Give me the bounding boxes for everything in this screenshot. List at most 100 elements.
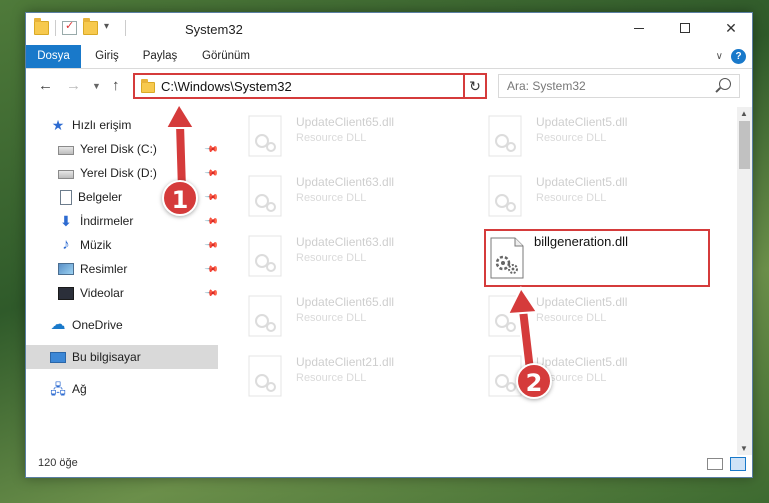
file-item[interactable]: UpdateClient5.dll Resource DLL [480, 111, 712, 163]
file-name: UpdateClient65.dll [296, 295, 395, 309]
customize-toolbar-icon[interactable]: ▾ [104, 21, 119, 35]
file-item[interactable]: UpdateClient5.dll Resource DLL [480, 171, 712, 223]
download-icon: ⬇ [60, 213, 72, 229]
scroll-down-arrow-icon[interactable]: ▼ [740, 444, 748, 453]
sidebar-item-this-pc[interactable]: Bu bilgisayar [26, 345, 218, 369]
vertical-scrollbar[interactable]: ▲ ▼ [737, 107, 752, 455]
file-name: billgeneration.dll [534, 234, 628, 249]
file-item[interactable]: UpdateClient5.dll Resource DLL [480, 291, 712, 343]
maximize-button[interactable] [662, 13, 708, 43]
item-count: 120 öğe [38, 457, 78, 469]
navigation-bar: ← → ▼ ↑ C:\Windows\System32 ∨ ↻ Ara: Sys… [26, 70, 752, 102]
maximize-icon [680, 23, 690, 33]
divider [125, 20, 126, 36]
file-item[interactable]: UpdateClient63.dll Resource DLL [240, 171, 472, 223]
sidebar-item-label: Videolar [80, 286, 124, 300]
close-button[interactable]: ✕ [708, 13, 754, 43]
ribbon-controls: ∨ ? [716, 49, 746, 64]
file-type: Resource DLL [296, 192, 367, 204]
sidebar-item-videos[interactable]: Videolar 📌 [26, 281, 219, 305]
folder-icon [141, 79, 155, 93]
sidebar-item-label: Yerel Disk (D:) [80, 166, 157, 180]
file-type: Resource DLL [296, 252, 367, 264]
forward-arrow-icon[interactable]: → [66, 77, 81, 94]
file-list: UpdateClient65.dll Resource DLL UpdateCl… [218, 107, 736, 447]
minimize-button[interactable] [616, 13, 662, 43]
new-folder-icon[interactable] [83, 18, 98, 35]
help-icon[interactable]: ? [731, 49, 746, 64]
sidebar-item-label: Müzik [80, 238, 112, 252]
sidebar-item-music[interactable]: ♪ Müzik 📌 [26, 233, 219, 257]
drive-icon [58, 170, 74, 179]
window-title: System32 [185, 22, 243, 37]
document-icon [60, 189, 72, 205]
refresh-icon: ↻ [469, 78, 481, 94]
tab-view[interactable]: Görünüm [191, 45, 261, 68]
explorer-window: ▾ System32 ✕ Dosya Giriş Paylaş Görünüm … [25, 12, 753, 478]
refresh-button[interactable]: ↻ [463, 73, 487, 99]
search-input[interactable]: Ara: System32 [498, 74, 740, 98]
highlighted-file-item[interactable]: billgeneration.dll [484, 229, 710, 287]
sidebar-item-label: Yerel Disk (C:) [80, 142, 157, 156]
network-icon: 🖧 [50, 381, 66, 397]
ribbon-tabs: Dosya Giriş Paylaş Görünüm ∨ ? [26, 45, 752, 69]
sidebar-item-pictures[interactable]: Resimler 📌 [26, 257, 219, 281]
dll-file-icon [490, 237, 524, 279]
close-icon: ✕ [725, 19, 737, 36]
sidebar-item-network[interactable]: 🖧 Ağ [26, 377, 218, 401]
file-item[interactable]: UpdateClient63.dll Resource DLL [240, 231, 472, 283]
minimize-icon [634, 27, 644, 29]
search-icon[interactable] [719, 78, 731, 90]
sidebar-item-label: Hızlı erişim [72, 118, 132, 132]
file-item[interactable]: UpdateClient65.dll Resource DLL [240, 291, 472, 343]
dll-file-icon [248, 295, 282, 337]
tab-file[interactable]: Dosya [26, 45, 81, 68]
sidebar-item-onedrive[interactable]: ☁ OneDrive [26, 313, 218, 337]
file-type: Resource DLL [296, 372, 367, 384]
dll-file-icon [488, 295, 522, 337]
back-arrow-icon[interactable]: ← [38, 77, 53, 94]
expand-ribbon-chevron-icon[interactable]: ∨ [716, 51, 723, 62]
divider [55, 20, 56, 36]
status-bar: 120 öğe [26, 453, 752, 477]
search-placeholder: Ara: System32 [507, 79, 586, 93]
cloud-icon: ☁ [50, 316, 66, 333]
file-name: UpdateClient5.dll [536, 355, 628, 369]
tab-home[interactable]: Giriş [86, 45, 128, 68]
tab-share[interactable]: Paylaş [134, 45, 186, 68]
address-bar[interactable]: C:\Windows\System32 ∨ [133, 73, 485, 99]
pictures-icon [58, 263, 74, 275]
scrollbar-thumb[interactable] [739, 121, 750, 169]
file-item[interactable]: UpdateClient65.dll Resource DLL [240, 111, 472, 163]
file-item[interactable]: UpdateClient21.dll Resource DLL [240, 351, 472, 403]
dll-file-icon [248, 235, 282, 277]
recent-locations-chevron-icon[interactable]: ▼ [92, 81, 101, 91]
details-view-icon[interactable] [707, 458, 723, 470]
sidebar-item-label: Belgeler [78, 190, 123, 204]
file-name: UpdateClient5.dll [536, 175, 628, 189]
sidebar-item-quick-access[interactable]: ★ Hızlı erişim [26, 113, 218, 137]
address-path[interactable]: C:\Windows\System32 [161, 79, 292, 94]
sidebar-item-label: Bu bilgisayar [72, 350, 141, 364]
sidebar-item-local-disk-d[interactable]: Yerel Disk (D:) 📌 [26, 161, 219, 185]
dll-file-icon [248, 355, 282, 397]
sidebar-item-local-disk-c[interactable]: Yerel Disk (C:) 📌 [26, 137, 219, 161]
file-type: Resource DLL [296, 132, 367, 144]
file-item[interactable]: UpdateClient5.dll Resource DLL [480, 351, 712, 403]
music-icon: ♪ [62, 236, 70, 253]
scroll-up-arrow-icon[interactable]: ▲ [740, 109, 748, 118]
large-icons-view-icon[interactable] [730, 457, 746, 471]
sidebar-item-label: Resimler [80, 262, 128, 276]
properties-icon[interactable] [62, 19, 77, 35]
file-name: UpdateClient63.dll [296, 235, 395, 249]
file-name: UpdateClient5.dll [536, 115, 628, 129]
title-bar: ▾ System32 ✕ [26, 13, 752, 45]
folder-icon [34, 18, 49, 35]
file-type: Resource DLL [536, 192, 607, 204]
up-arrow-icon[interactable]: ↑ [112, 77, 120, 94]
dll-file-icon [248, 175, 282, 217]
file-name: UpdateClient21.dll [296, 355, 395, 369]
dll-file-icon [248, 115, 282, 157]
file-name: UpdateClient63.dll [296, 175, 395, 189]
drive-icon [58, 146, 74, 155]
